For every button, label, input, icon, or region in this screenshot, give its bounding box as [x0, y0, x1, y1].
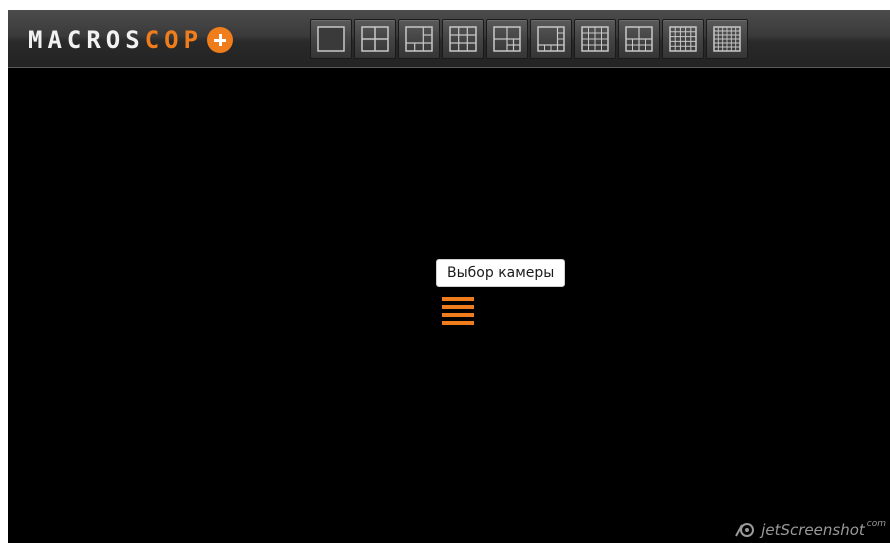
layout-5x5-icon	[669, 26, 697, 52]
plus-circle-icon	[207, 27, 234, 53]
camera-select-tooltip: Выбор камеры	[436, 259, 566, 287]
app-window: MACROS COP Выбор камеры jetScreenshot co…	[8, 10, 890, 543]
layout-1x1-icon	[317, 26, 345, 52]
logo-text-light: MACROS	[28, 26, 145, 54]
layout-6x6-icon	[713, 26, 741, 52]
menu-lines-icon[interactable]	[442, 297, 474, 325]
layout-1plus7-button[interactable]	[486, 19, 528, 59]
layout-1plus5-icon	[405, 26, 433, 52]
layout-2x2-button[interactable]	[354, 19, 396, 59]
layout-4x4-button[interactable]	[574, 19, 616, 59]
watermark-superscript: com	[866, 519, 886, 529]
layout-2plus8-button[interactable]	[618, 19, 660, 59]
layout-1x1-button[interactable]	[310, 19, 352, 59]
macroscop-logo: MACROS COP	[28, 25, 234, 55]
layout-1plus12-button[interactable]	[530, 19, 572, 59]
layout-6x6-button[interactable]	[706, 19, 748, 59]
top-toolbar: MACROS COP	[8, 10, 890, 68]
layout-2x2-icon	[361, 26, 389, 52]
layout-1plus7-icon	[493, 26, 521, 52]
layout-5x5-button[interactable]	[662, 19, 704, 59]
layout-4x4-icon	[581, 26, 609, 52]
camera-lens-icon	[735, 523, 755, 537]
watermark-text: jetScreenshot	[761, 521, 865, 539]
layout-1plus12-icon	[537, 26, 565, 52]
layout-3x3-button[interactable]	[442, 19, 484, 59]
layout-3x3-icon	[449, 26, 477, 52]
layout-1plus5-button[interactable]	[398, 19, 440, 59]
logo-text-accent: COP	[144, 26, 204, 54]
layout-2plus8-icon	[625, 26, 653, 52]
jetscreenshot-watermark: jetScreenshot com	[735, 519, 886, 539]
layout-buttons	[310, 19, 748, 59]
